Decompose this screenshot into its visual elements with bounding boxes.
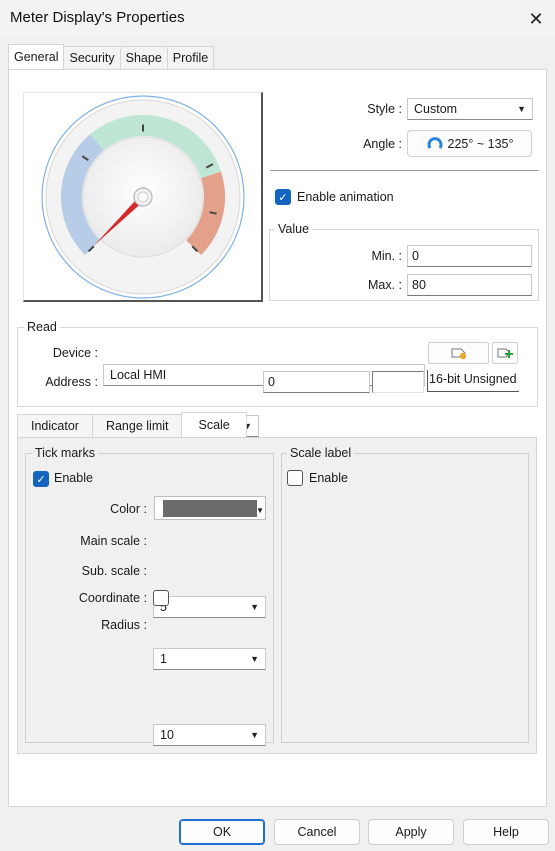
- radius-select[interactable]: 10 ▼: [153, 724, 266, 746]
- radius-label: Radius :: [101, 618, 147, 632]
- read-group-title: Read: [24, 320, 60, 334]
- tab-shape[interactable]: Shape: [119, 46, 168, 69]
- color-picker[interactable]: ▼: [154, 496, 266, 520]
- value-group-title: Value: [275, 222, 313, 236]
- tag-add-icon: [497, 348, 513, 358]
- angle-label: Angle :: [363, 137, 402, 151]
- address-input[interactable]: 0: [263, 371, 370, 393]
- scale-label-enable-checkbox[interactable]: [287, 470, 303, 486]
- angle-button[interactable]: 225° ~ 135°: [407, 130, 532, 157]
- tick-enable-checkbox[interactable]: ✓: [33, 471, 49, 487]
- main-scale-select[interactable]: 5 ▼: [153, 596, 266, 618]
- scale-label-group: [281, 453, 529, 743]
- tab-scale[interactable]: Scale: [181, 412, 247, 437]
- property-tabs: General Security Shape Profile: [8, 44, 215, 70]
- sub-scale-select[interactable]: 1 ▼: [153, 648, 266, 670]
- scale-label-enable-label: Enable: [309, 471, 348, 485]
- address-index-field[interactable]: [372, 371, 424, 393]
- main-scale-label: Main scale :: [80, 534, 147, 548]
- separator: [270, 170, 539, 171]
- color-label: Color :: [110, 502, 147, 516]
- sub-scale-label: Sub. scale :: [81, 564, 147, 578]
- enable-animation-checkbox[interactable]: ✓: [275, 189, 291, 205]
- coordinate-label: Coordinate :: [78, 591, 147, 605]
- enable-animation-label: Enable animation: [297, 190, 394, 204]
- data-format-label: 16-bit Unsigned: [427, 370, 519, 392]
- max-label: Max. :: [367, 278, 402, 292]
- chevron-down-icon: ▼: [517, 104, 526, 114]
- max-input[interactable]: 80: [407, 274, 532, 296]
- tab-range-limit[interactable]: Range limit: [91, 414, 183, 437]
- window-title: Meter Display's Properties: [10, 9, 185, 26]
- scale-label-title: Scale label: [287, 446, 355, 460]
- apply-button[interactable]: Apply: [368, 819, 454, 845]
- help-button[interactable]: Help: [463, 819, 549, 845]
- min-label: Min. :: [371, 249, 402, 263]
- angle-value: 225° ~ 135°: [447, 136, 514, 151]
- tick-marks-title: Tick marks: [32, 446, 98, 460]
- chevron-down-icon: ▼: [256, 506, 264, 515]
- sub-scale-value: 1: [160, 652, 167, 666]
- tab-indicator[interactable]: Indicator: [17, 414, 93, 437]
- chevron-down-icon: ▼: [250, 730, 259, 740]
- meter-gauge-graphic: [41, 95, 245, 299]
- meter-preview: [23, 92, 263, 302]
- device-settings-button[interactable]: [428, 342, 489, 364]
- close-icon[interactable]: ✕: [520, 3, 552, 35]
- tick-enable-label: Enable: [54, 471, 93, 485]
- tab-profile[interactable]: Profile: [166, 46, 215, 69]
- style-label: Style :: [367, 102, 402, 116]
- ok-button[interactable]: OK: [179, 819, 265, 845]
- device-value: Local HMI: [110, 368, 167, 382]
- scale-tabs: Indicator Range limit Scale: [17, 412, 247, 438]
- add-tag-button[interactable]: [492, 342, 518, 364]
- tab-general[interactable]: General: [8, 44, 65, 69]
- color-swatch: [163, 500, 257, 517]
- cancel-button[interactable]: Cancel: [274, 819, 360, 845]
- style-select[interactable]: Custom ▼: [407, 98, 533, 120]
- chevron-down-icon: ▼: [250, 654, 259, 664]
- coordinate-checkbox[interactable]: [153, 590, 169, 606]
- min-input[interactable]: 0: [407, 245, 532, 267]
- radius-value: 10: [160, 728, 174, 742]
- address-label: Address :: [45, 375, 98, 389]
- style-value: Custom: [414, 102, 458, 116]
- tag-settings-icon: [451, 348, 466, 360]
- tab-security[interactable]: Security: [63, 46, 121, 69]
- device-label: Device :: [52, 346, 98, 360]
- chevron-down-icon: ▼: [250, 602, 259, 612]
- angle-arc-icon: [427, 136, 442, 149]
